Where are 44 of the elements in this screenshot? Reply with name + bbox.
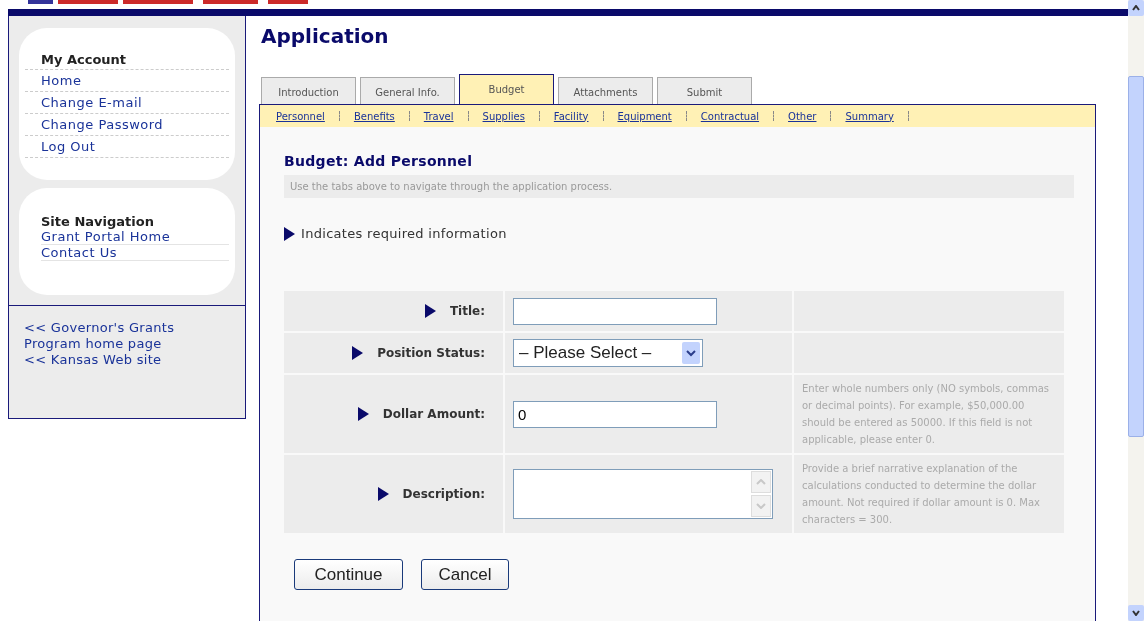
external-link[interactable]: << Kansas Web site [24, 352, 235, 368]
subtab-link[interactable]: Summary [845, 110, 894, 122]
help-text: Provide a brief narrative explanation of the calculations conducted to determine the dollar amount. Not required if dollar amount is 0. Max characters = 300. [802, 463, 1040, 525]
card-title: Site Navigation [40, 214, 155, 229]
textarea-field[interactable] [513, 469, 773, 519]
instructions-text: Use the tabs above to navigate through the application process. [284, 175, 1074, 198]
help-text: Enter whole numbers only (NO symbols, commas or decimal points). For example, $50,000.00 should be entered as 50000. If this field is not applicable, please enter 0. [802, 383, 1050, 445]
sidebar-link[interactable]: Change E-mail [25, 92, 229, 114]
text-field[interactable]: 0 [513, 400, 717, 428]
sidebar-link[interactable]: Log Out [25, 136, 229, 158]
page-title: Application [261, 24, 390, 50]
subtab-link[interactable]: Travel [423, 110, 454, 122]
card-title: My Account [25, 52, 229, 70]
field-label: Description: [402, 487, 485, 501]
subtab-link[interactable]: Supplies [482, 110, 525, 122]
scroll-down-icon[interactable] [1132, 610, 1140, 616]
subtab-link[interactable]: Personnel [276, 110, 325, 122]
sidebar-link[interactable]: Change Password [25, 114, 229, 136]
field-label: Title: [449, 304, 485, 318]
scrollbar[interactable] [1128, 0, 1144, 621]
scroll-up-icon[interactable] [1132, 5, 1140, 11]
dropdown[interactable]: – Please Select – [513, 339, 703, 367]
text-field[interactable] [513, 297, 717, 325]
sidebar-link[interactable]: Home [25, 70, 229, 92]
form-button[interactable]: Continue [294, 559, 403, 590]
tab[interactable]: Submit [657, 77, 752, 104]
subtab-link[interactable]: Equipment [617, 110, 672, 122]
required-marker-icon [284, 226, 295, 241]
tab[interactable]: General Info. [360, 77, 455, 104]
field-label: Dollar Amount: [382, 407, 485, 421]
required-note: Indicates required information [301, 226, 507, 241]
sidebar-link[interactable]: Contact Us [41, 245, 229, 261]
tab[interactable]: Introduction [261, 77, 356, 104]
form-button[interactable]: Cancel [421, 559, 509, 590]
section-heading: Budget: Add Personnel [284, 153, 474, 169]
subtab-link[interactable]: Contractual [700, 110, 760, 122]
external-link[interactable]: << Governor's Grants Program home page [24, 320, 235, 352]
subtab-link[interactable]: Facility [553, 110, 589, 122]
subtab-link[interactable]: Other [788, 110, 817, 122]
tab[interactable]: Budget [459, 74, 554, 104]
sidebar-link[interactable]: Grant Portal Home [41, 229, 229, 245]
field-label: Position Status: [377, 346, 485, 360]
subtab-link[interactable]: Benefits [353, 110, 395, 122]
tab[interactable]: Attachments [558, 77, 653, 104]
